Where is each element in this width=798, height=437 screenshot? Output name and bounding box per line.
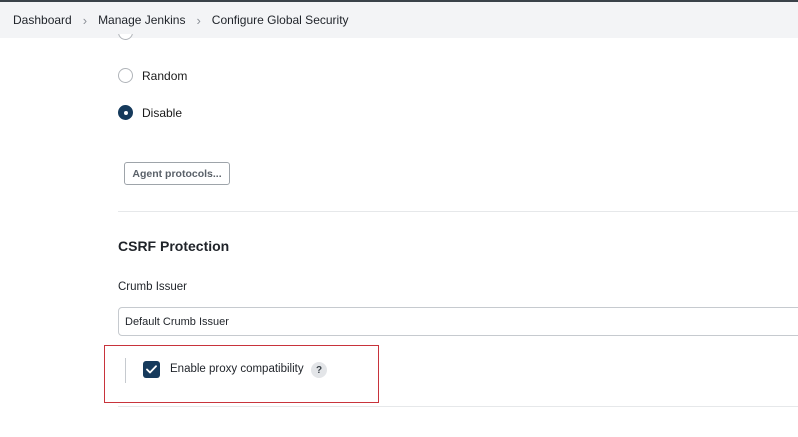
radio-option-partial[interactable] bbox=[118, 34, 133, 40]
section-divider bbox=[118, 211, 798, 212]
breadcrumb-configure-global-security[interactable]: Configure Global Security bbox=[212, 13, 349, 27]
breadcrumb-manage-jenkins[interactable]: Manage Jenkins bbox=[98, 13, 185, 27]
radio-random[interactable] bbox=[118, 68, 133, 83]
highlight-annotation bbox=[104, 345, 379, 403]
radio-random-label: Random bbox=[142, 68, 188, 83]
section-divider-bottom bbox=[118, 406, 798, 407]
crumb-issuer-value: Default Crumb Issuer bbox=[125, 315, 229, 328]
radio-disable[interactable] bbox=[118, 105, 133, 120]
chevron-right-icon: › bbox=[196, 12, 201, 28]
csrf-section-title: CSRF Protection bbox=[118, 238, 230, 254]
agent-protocols-button[interactable]: Agent protocols... bbox=[124, 162, 230, 185]
crumb-issuer-select[interactable]: Default Crumb Issuer bbox=[118, 307, 798, 336]
crumb-issuer-label: Crumb Issuer bbox=[118, 281, 188, 293]
chevron-right-icon: › bbox=[82, 12, 88, 28]
radio-disable-label: Disable bbox=[142, 105, 183, 120]
radio-option-random[interactable]: Random bbox=[118, 68, 187, 83]
breadcrumb: Dashboard › Manage Jenkins › Configure G… bbox=[0, 2, 798, 38]
radio-option-disable[interactable]: Disable bbox=[118, 105, 182, 120]
breadcrumb-dashboard[interactable]: Dashboard bbox=[13, 13, 72, 27]
